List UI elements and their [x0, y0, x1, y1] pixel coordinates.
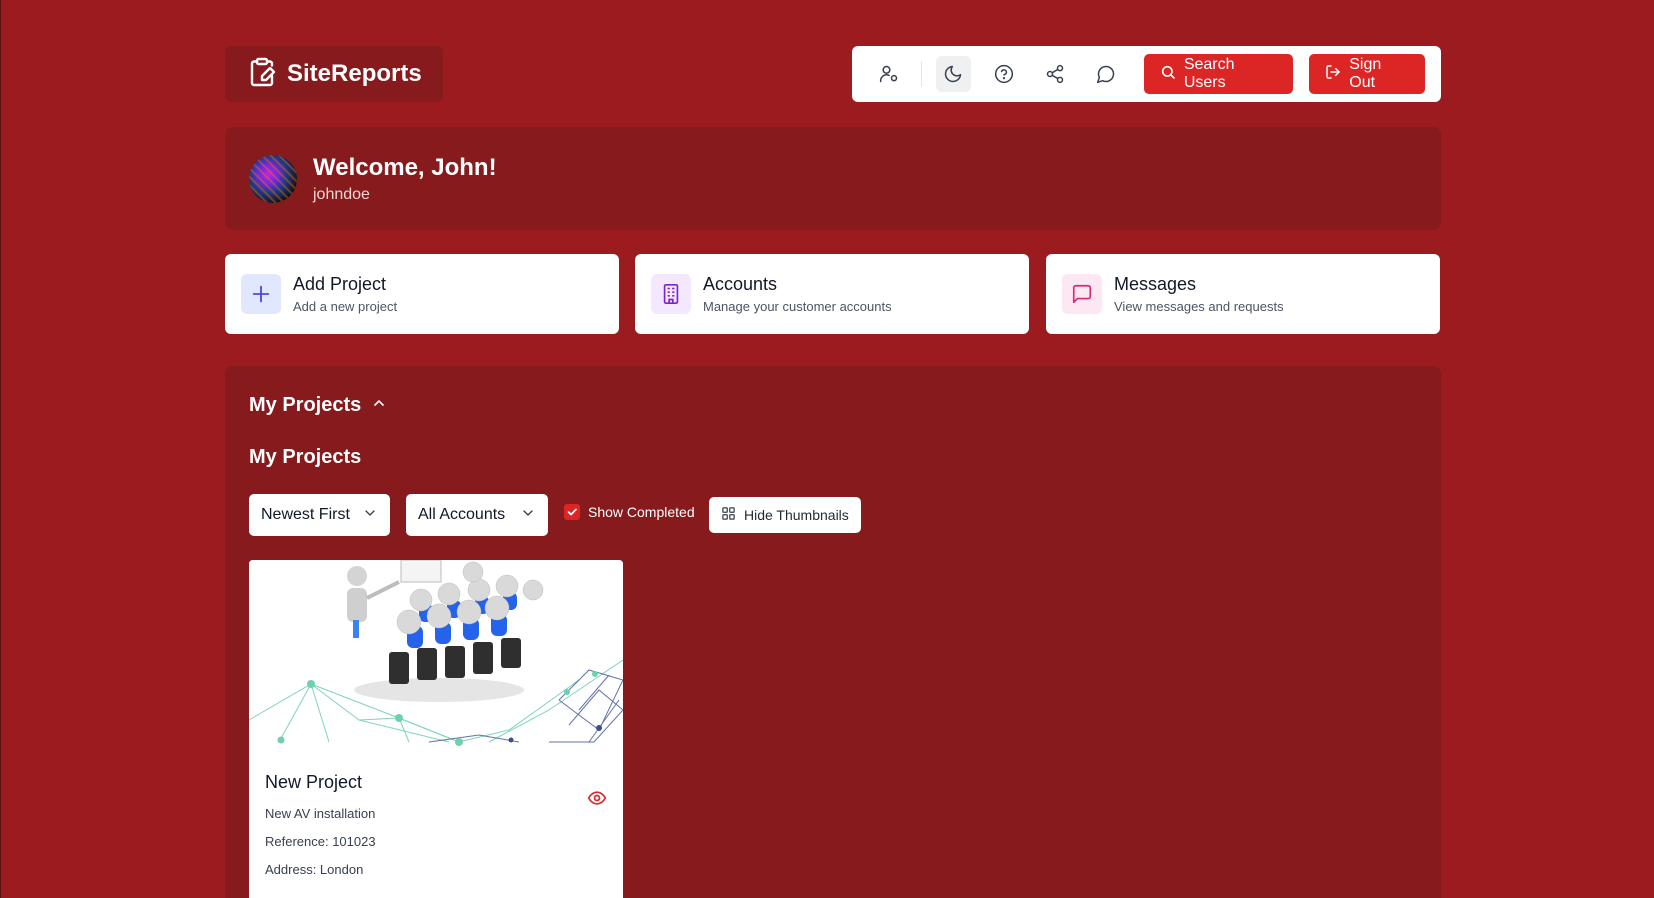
- help-icon[interactable]: [987, 56, 1022, 92]
- eye-icon[interactable]: [587, 788, 607, 813]
- accounts-subtitle: Manage your customer accounts: [703, 299, 892, 314]
- search-users-label: Search Users: [1183, 56, 1235, 91]
- show-completed-checkbox[interactable]: [564, 504, 580, 520]
- accounts-title: Accounts: [703, 274, 778, 294]
- toolbar-divider: [920, 61, 922, 87]
- plus-icon: [241, 274, 281, 314]
- messages-subtitle: View messages and requests: [1114, 299, 1284, 314]
- projects-panel: My Projects My Projects Newest First All…: [225, 366, 1441, 898]
- account-filter-select[interactable]: All Accounts: [406, 494, 548, 536]
- project-address: Address: London: [265, 862, 364, 877]
- window-edge: [0, 0, 1, 898]
- my-projects-toggle-label: My Projects: [249, 394, 362, 416]
- grid-icon: [721, 506, 736, 524]
- show-completed-toggle[interactable]: Show Completed: [564, 504, 695, 520]
- section-title: My Projects: [249, 446, 362, 468]
- add-project-subtitle: Add a new project: [293, 299, 398, 314]
- chevron-down-icon: [520, 505, 536, 526]
- share-icon[interactable]: [1038, 56, 1073, 92]
- welcome-title: Welcome, John!: [313, 153, 497, 181]
- avatar[interactable]: [249, 154, 297, 203]
- chat-icon[interactable]: [1089, 56, 1124, 92]
- show-completed-label: Show Completed: [588, 504, 695, 520]
- my-projects-toggle[interactable]: My Projects: [249, 394, 387, 417]
- app-name: SiteReports: [287, 60, 422, 87]
- app-logo[interactable]: SiteReports: [225, 46, 443, 102]
- sign-out-label: Sign Out: [1349, 56, 1382, 91]
- sign-out-icon: [1325, 64, 1341, 85]
- search-icon: [1160, 64, 1176, 85]
- user-settings-icon[interactable]: [872, 56, 907, 92]
- add-project-title: Add Project: [293, 274, 387, 294]
- moon-icon[interactable]: [935, 56, 971, 92]
- project-title[interactable]: New Project: [265, 772, 607, 793]
- sign-out-button[interactable]: Sign Out: [1309, 54, 1426, 94]
- building-icon: [651, 274, 691, 314]
- messages-title: Messages: [1114, 274, 1197, 294]
- project-description: New AV installation: [265, 806, 376, 821]
- chevron-up-icon: [371, 394, 387, 417]
- welcome-panel: Welcome, John! johndoe: [225, 127, 1441, 230]
- hide-thumbnails-button[interactable]: Hide Thumbnails: [709, 497, 861, 533]
- chevron-down-icon: [362, 505, 378, 526]
- username: johndoe: [313, 185, 370, 203]
- project-reference: Reference: 101023: [265, 834, 376, 849]
- add-project-card[interactable]: Add Project Add a new project: [225, 254, 619, 334]
- project-card[interactable]: New Project New AV installation Referenc…: [249, 560, 623, 898]
- message-icon: [1062, 274, 1102, 314]
- hide-thumbnails-label: Hide Thumbnails: [744, 507, 849, 523]
- account-filter-value: All Accounts: [418, 506, 506, 523]
- messages-card[interactable]: Messages View messages and requests: [1046, 254, 1440, 334]
- header-toolbar: Search Users Sign Out: [852, 46, 1441, 102]
- clipboard-icon: [249, 57, 277, 92]
- search-users-button[interactable]: Search Users: [1143, 54, 1294, 94]
- project-thumbnail: [249, 560, 623, 752]
- accounts-card[interactable]: Accounts Manage your customer accounts: [635, 254, 1029, 334]
- sort-select[interactable]: Newest First: [249, 494, 390, 536]
- sort-select-value: Newest First: [261, 506, 350, 523]
